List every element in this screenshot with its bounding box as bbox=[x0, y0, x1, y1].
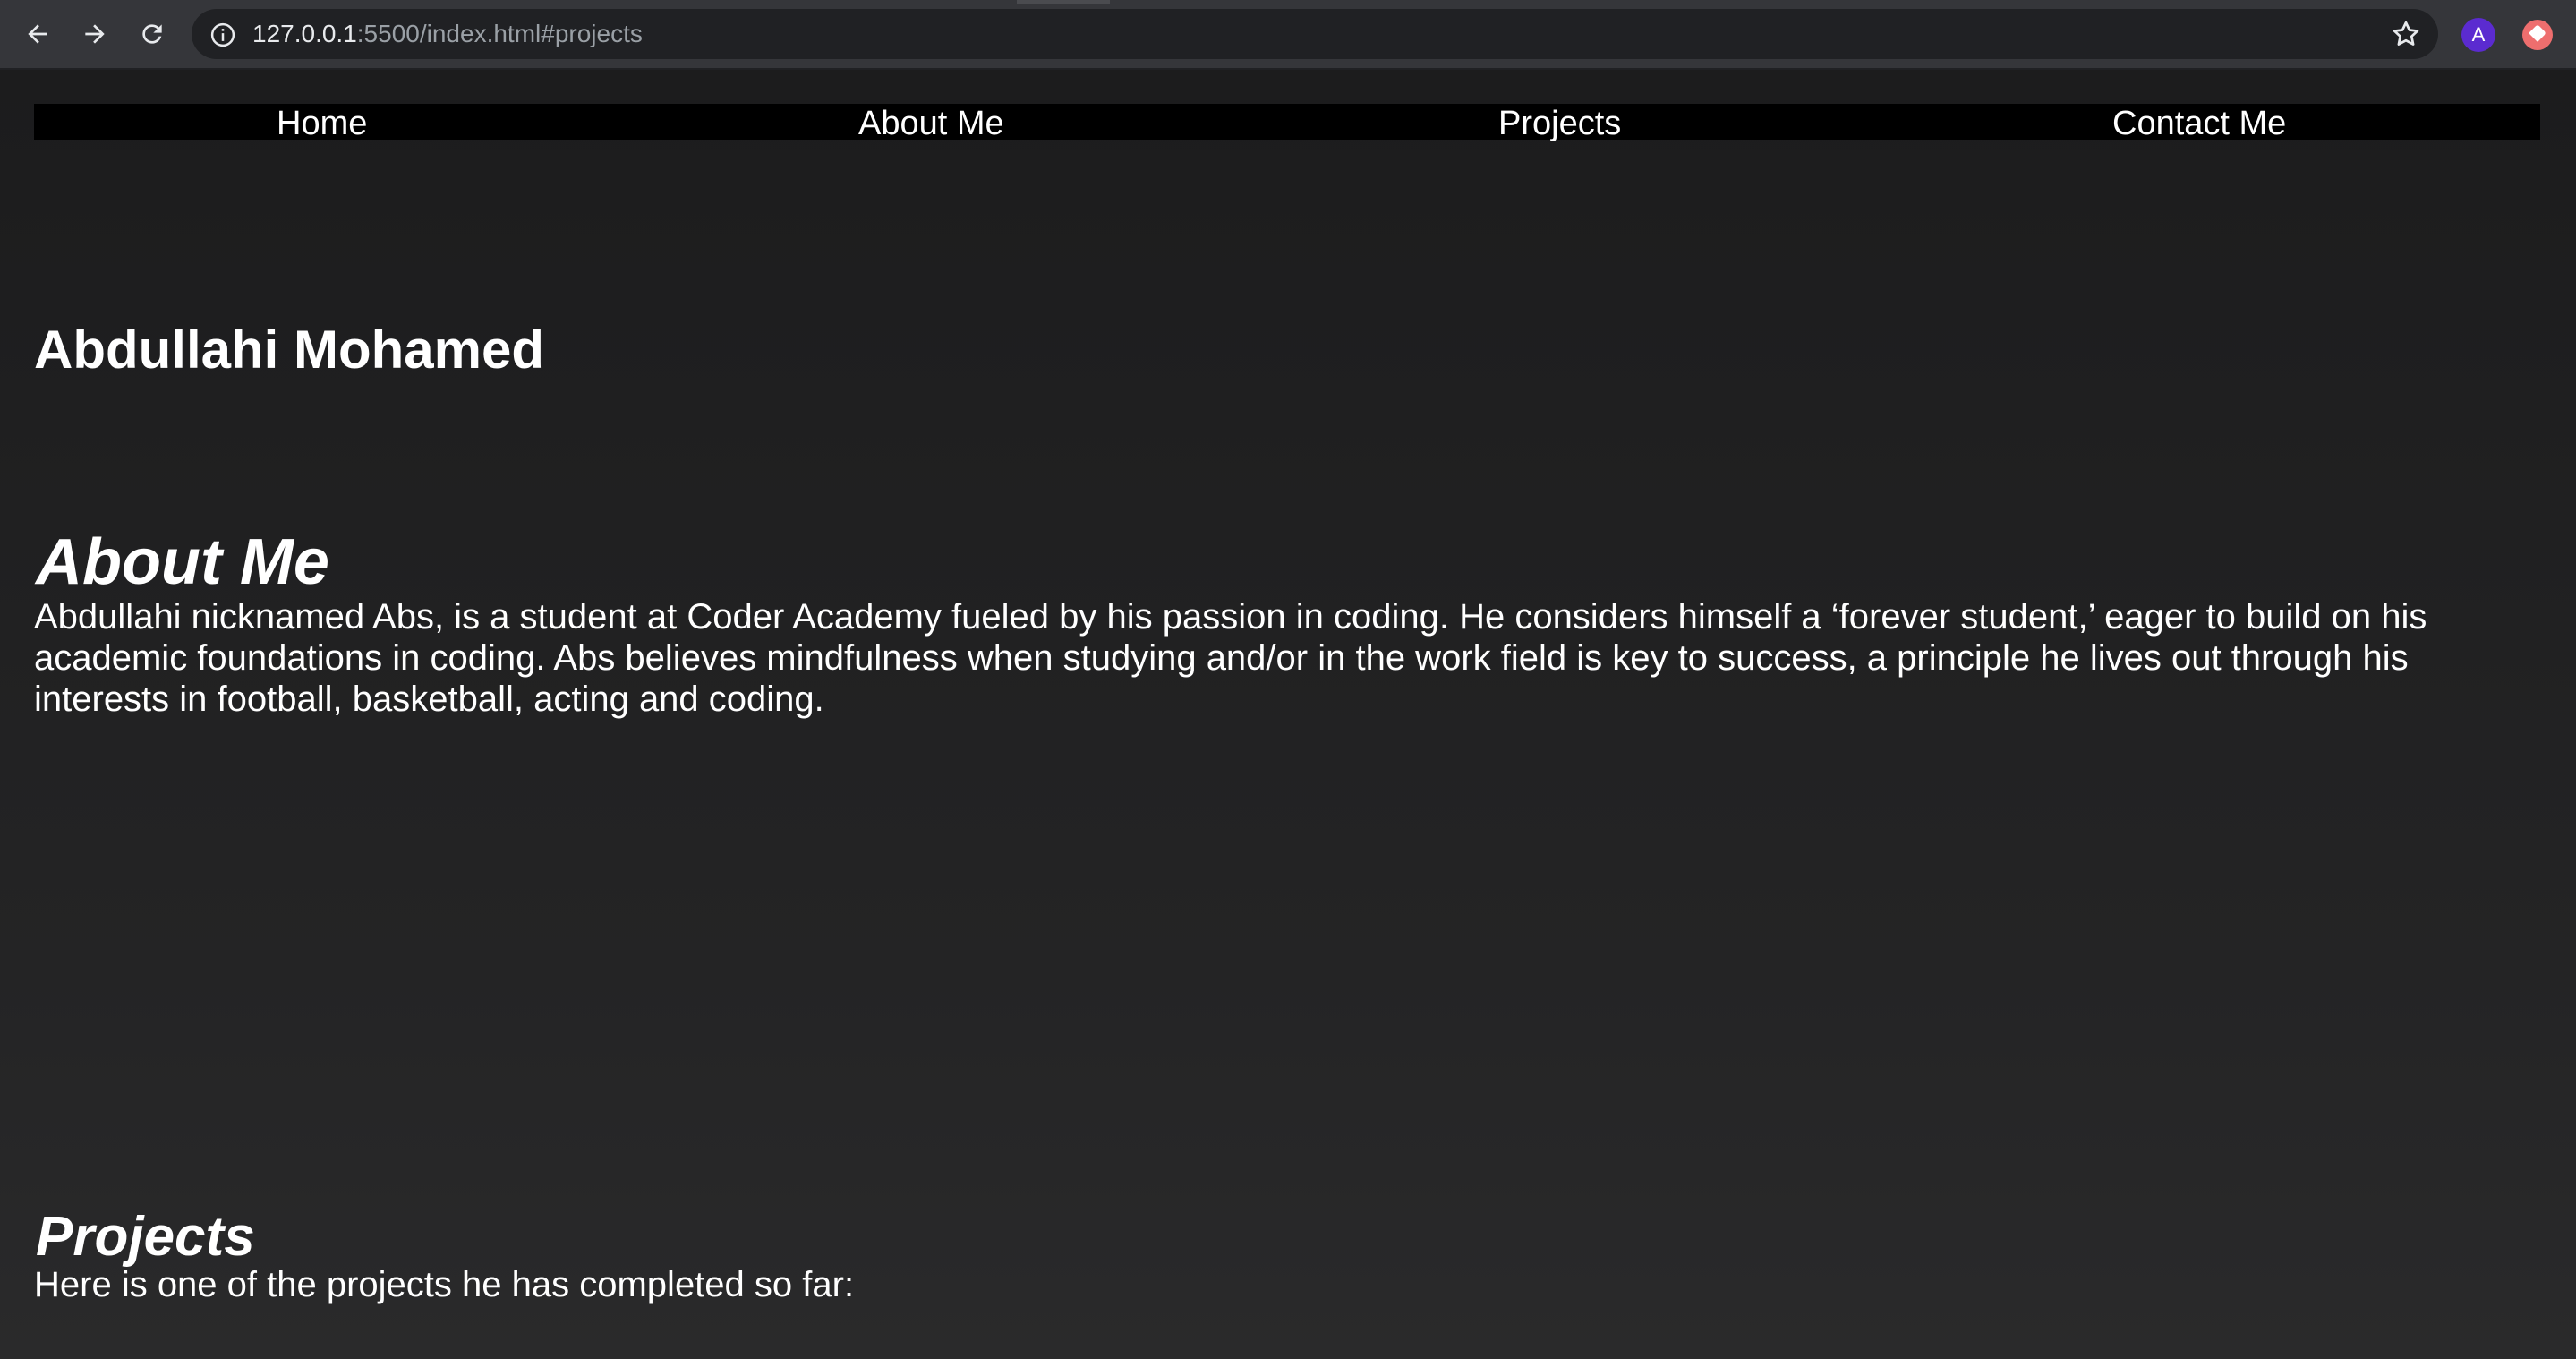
about-heading: About Me bbox=[36, 526, 329, 598]
reload-button[interactable] bbox=[134, 16, 170, 52]
url-text[interactable]: 127.0.0.1:5500/index.html#projects bbox=[252, 18, 643, 50]
site-navbar: Home About Me Projects Contact Me bbox=[34, 104, 2540, 143]
nav-about-link[interactable]: About Me bbox=[858, 104, 1004, 143]
back-icon bbox=[28, 24, 47, 44]
star-icon[interactable] bbox=[2390, 18, 2422, 50]
reload-icon bbox=[142, 24, 162, 44]
profile-avatar[interactable]: A bbox=[2461, 18, 2495, 52]
page-viewport: Home About Me Projects Contact Me Abdull… bbox=[0, 70, 2576, 1359]
projects-intro: Here is one of the projects he has compl… bbox=[34, 1265, 855, 1304]
forward-icon bbox=[85, 24, 105, 44]
browser-toolbar: 127.0.0.1:5500/index.html#projects A bbox=[0, 0, 2576, 70]
nav-home-link[interactable]: Home bbox=[277, 104, 367, 143]
projects-heading: Projects bbox=[36, 1206, 255, 1268]
tab-strip-indicator bbox=[1017, 0, 1110, 4]
nav-contact-link[interactable]: Contact Me bbox=[2112, 104, 2286, 143]
info-icon[interactable] bbox=[209, 21, 236, 48]
about-paragraph: Abdullahi nicknamed Abs, is a student at… bbox=[34, 597, 2427, 719]
nav-projects-link[interactable]: Projects bbox=[1498, 104, 1621, 143]
forward-button[interactable] bbox=[77, 16, 113, 52]
back-button[interactable] bbox=[20, 16, 55, 52]
extension-icon[interactable] bbox=[2522, 20, 2553, 50]
page-title: Abdullahi Mohamed bbox=[34, 320, 544, 380]
url-path: :5500/index.html#projects bbox=[356, 20, 643, 47]
url-host: 127.0.0.1 bbox=[252, 20, 357, 47]
